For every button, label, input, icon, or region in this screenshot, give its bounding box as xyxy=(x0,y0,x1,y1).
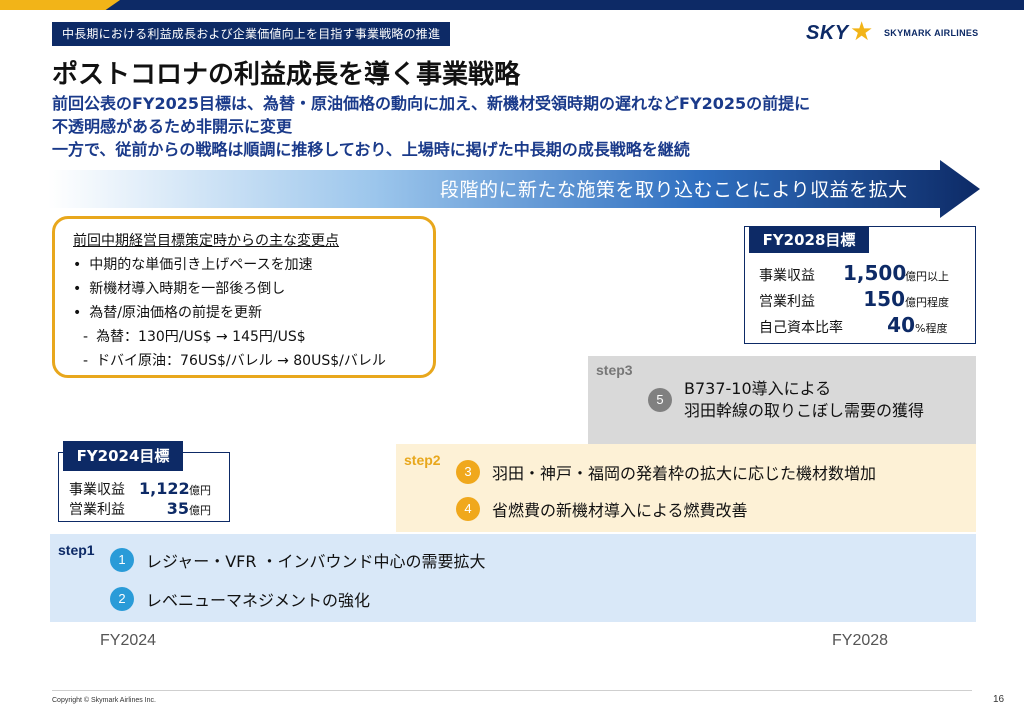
changes-title: 前回中期経営目標策定時からの主な変更点 xyxy=(73,233,339,249)
step-item-text: レジャー・VFR ・インバウンド中心の需要拡大 xyxy=(146,552,486,571)
list-item: 新機材導入時期を一部後ろ倒し xyxy=(73,277,433,301)
row-label: 営業利益 xyxy=(759,294,815,310)
row-label: 営業利益 xyxy=(69,502,125,518)
changes-list: 中期的な単価引き上げペースを加速 新機材導入時期を一部後ろ倒し 為替/原油価格の… xyxy=(73,253,433,373)
row-unit: 億円以上 xyxy=(905,270,949,283)
logo-text: SKYMARK AIRLINES xyxy=(884,28,979,38)
row-unit: %程度 xyxy=(915,322,948,335)
target-row: 営業利益 35億円 xyxy=(69,499,211,519)
copyright: Copyright © Skymark Airlines Inc. xyxy=(52,697,156,704)
lead-text: 前回公表のFY2025目標は、為替・原油価格の動向に加え、新機材受領時期の遅れな… xyxy=(52,92,982,161)
fy2024-target-box: FY2024目標 事業収益 1,122億円 営業利益 35億円 xyxy=(58,441,230,522)
row-value: 150 xyxy=(863,287,905,311)
fy2028-title: FY2028目標 xyxy=(749,227,869,253)
row-value: 1,500 xyxy=(843,261,907,285)
changes-box: 前回中期経営目標策定時からの主な変更点 中期的な単価引き上げペースを加速 新機材… xyxy=(52,216,436,378)
step1-label: step1 xyxy=(58,542,95,558)
step-item-text: 省燃費の新機材導入による燃費改善 xyxy=(492,501,748,520)
number-1-icon: 1 xyxy=(110,548,134,572)
skymark-logo: SKY ★ SKYMARK AIRLINES xyxy=(806,17,986,48)
section-tag: 中長期における利益成長および企業価値向上を目指す事業戦略の推進 xyxy=(52,22,451,46)
top-bar-accent xyxy=(0,0,120,10)
list-item: 中期的な単価引き上げペースを加速 xyxy=(73,253,433,277)
target-row: 自己資本比率 40%程度 xyxy=(759,313,947,337)
row-unit: 億円 xyxy=(189,484,211,497)
row-value: 40 xyxy=(887,313,915,337)
row-unit: 億円程度 xyxy=(905,296,949,309)
step-item-5: 5 B737-10導入による 羽田幹線の取りこぼし需要の獲得 xyxy=(648,378,924,422)
list-item: 為替/原油価格の前提を更新 xyxy=(73,301,433,325)
step-item-4: 4 省燃費の新機材導入による燃費改善 xyxy=(456,497,748,521)
step-item-line: 羽田幹線の取りこぼし需要の獲得 xyxy=(684,401,925,420)
list-subitem: 為替：130円/US$ → 145円/US$ xyxy=(73,325,433,349)
logo-mark: SKY xyxy=(806,22,849,44)
lead-line: 不透明感があるため非開示に変更 xyxy=(52,117,293,136)
target-row: 事業収益 1,500億円以上 xyxy=(759,261,949,285)
row-unit: 億円 xyxy=(189,504,211,517)
fy2024-title: FY2024目標 xyxy=(63,441,183,471)
step-item-text: 羽田・神戸・福岡の発着枠の拡大に応じた機材数増加 xyxy=(492,464,877,483)
step-item-line: B737-10導入による xyxy=(684,379,832,398)
row-label: 事業収益 xyxy=(759,268,815,284)
number-2-icon: 2 xyxy=(110,587,134,611)
number-4-icon: 4 xyxy=(456,497,480,521)
number-3-icon: 3 xyxy=(456,460,480,484)
row-label: 自己資本比率 xyxy=(759,320,843,336)
row-label: 事業収益 xyxy=(69,482,125,498)
row-value: 35 xyxy=(166,499,189,518)
arrow-text: 段階的に新たな施策を取り込むことにより収益を拡大 xyxy=(440,179,908,201)
top-bar xyxy=(0,0,1024,10)
footer-divider xyxy=(52,690,972,691)
step-item-text: B737-10導入による 羽田幹線の取りこぼし需要の獲得 xyxy=(684,378,924,422)
step3-label: step3 xyxy=(596,362,633,378)
step-item-1: 1 レジャー・VFR ・インバウンド中心の需要拡大 xyxy=(110,548,486,572)
target-row: 営業利益 150億円程度 xyxy=(759,287,949,311)
step-item-3: 3 羽田・神戸・福岡の発着枠の拡大に応じた機材数増加 xyxy=(456,460,876,484)
fy2028-target-box: FY2028目標 事業収益 1,500億円以上 営業利益 150億円程度 自己資本比… xyxy=(744,226,976,344)
page-title: ポストコロナの利益成長を導く事業戦略 xyxy=(52,60,521,90)
lead-line: 前回公表のFY2025目標は、為替・原油価格の動向に加え、新機材受領時期の遅れな… xyxy=(52,94,811,113)
step-item-text: レベニューマネジメントの強化 xyxy=(146,591,371,610)
axis-end-label: FY2028 xyxy=(832,632,889,649)
lead-line: 一方で、従前からの戦略は順調に推移しており、上場時に掲げた中長期の成長戦略を継続 xyxy=(52,140,690,159)
axis-start-label: FY2024 xyxy=(100,632,157,649)
step2-label: step2 xyxy=(404,452,441,468)
row-value: 1,122 xyxy=(139,479,190,498)
target-row: 事業収益 1,122億円 xyxy=(69,479,211,499)
step-item-2: 2 レベニューマネジメントの強化 xyxy=(110,587,370,611)
list-subitem: ドバイ原油：76US$/バレル → 80US$/バレル xyxy=(73,349,433,373)
number-5-icon: 5 xyxy=(648,388,672,412)
star-icon: ★ xyxy=(850,17,874,47)
page-number: 16 xyxy=(993,694,1005,705)
